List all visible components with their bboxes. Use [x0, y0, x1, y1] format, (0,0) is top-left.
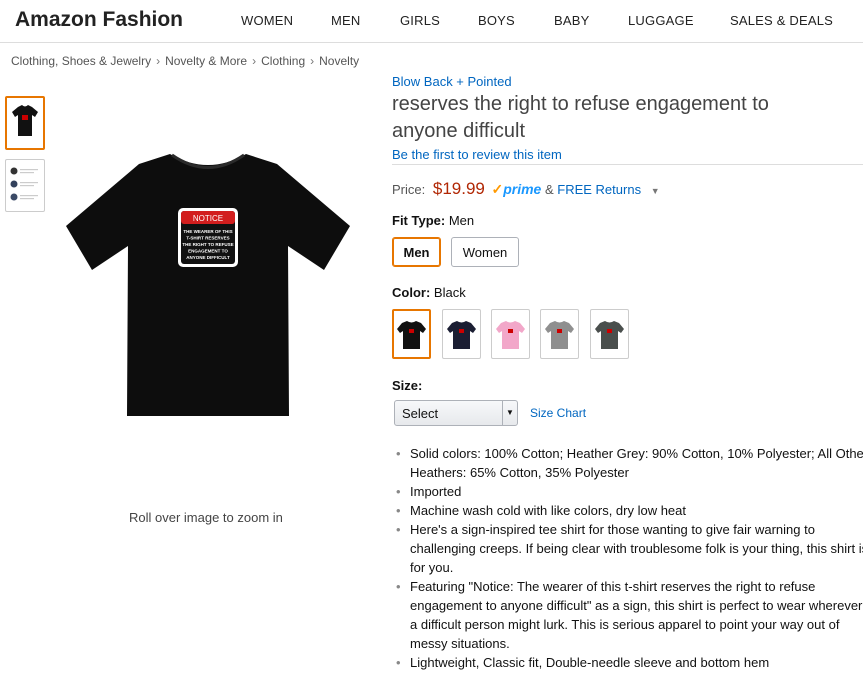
- brand-logo[interactable]: Amazon Fashion: [15, 8, 183, 32]
- size-select[interactable]: Select ▼: [394, 400, 518, 426]
- nav-men[interactable]: MEN: [331, 13, 361, 28]
- breadcrumb-item[interactable]: Novelty: [319, 54, 359, 68]
- size-chart-link[interactable]: Size Chart: [530, 406, 586, 420]
- color-label: Color: Black: [392, 285, 466, 300]
- list-item: Solid colors: 100% Cotton; Heather Grey:…: [396, 444, 863, 482]
- color-swatch-pink[interactable]: [491, 309, 530, 359]
- breadcrumb-separator-icon: ›: [156, 54, 161, 68]
- fit-type-label: Fit Type: Men: [392, 213, 474, 228]
- sign-header-text: NOTICE: [193, 214, 223, 223]
- color-heading: Color:: [392, 285, 431, 300]
- color-swatch-heather-grey[interactable]: [540, 309, 579, 359]
- price-value: $19.99: [432, 179, 485, 198]
- prime-badge: ✓prime: [491, 181, 541, 197]
- nav-women[interactable]: WOMEN: [241, 13, 293, 28]
- list-item: Imported: [396, 482, 863, 501]
- product-title: reserves the right to refuse engagement …: [392, 93, 769, 142]
- free-returns-link[interactable]: FREE Returns: [557, 182, 641, 197]
- prime-check-icon: ✓: [491, 181, 504, 197]
- tshirt-swatch-icon: [447, 321, 476, 349]
- sign-text-line: T-SHIRT RESERVES: [186, 236, 229, 241]
- size-select-value: Select: [402, 406, 439, 421]
- tshirt-thumbnail-icon: [12, 105, 38, 136]
- dropdown-caret-icon[interactable]: ▼: [651, 186, 660, 196]
- brand-byline-link[interactable]: Blow Back + Pointed: [392, 74, 512, 89]
- breadcrumb-item[interactable]: Clothing: [261, 54, 305, 68]
- fit-type-heading: Fit Type:: [392, 213, 446, 228]
- list-item: Here's a sign-inspired tee shirt for tho…: [396, 520, 863, 577]
- divider: [392, 164, 863, 165]
- feature-bullets: Solid colors: 100% Cotton; Heather Grey:…: [392, 444, 863, 672]
- fit-option-women[interactable]: Women: [451, 237, 519, 267]
- color-swatch-dark-heather[interactable]: [590, 309, 629, 359]
- color-swatch-black[interactable]: [392, 309, 431, 359]
- sign-text-line: ENGAGEMENT TO: [188, 249, 228, 254]
- nav-luggage[interactable]: LUGGAGE: [628, 13, 694, 28]
- main-product-image[interactable]: NOTICE THE WEARER OF THIS T-SHIRT RESERV…: [62, 140, 354, 425]
- chevron-down-icon: ▼: [502, 401, 517, 425]
- color-variants-thumbnail-icon: [10, 167, 38, 201]
- prime-label: prime: [503, 181, 542, 197]
- review-link[interactable]: Be the first to review this item: [392, 147, 562, 162]
- nav-baby[interactable]: BABY: [554, 13, 589, 28]
- fit-type-value: Men: [448, 213, 475, 228]
- nav-girls[interactable]: GIRLS: [400, 13, 440, 28]
- list-item: Machine wash cold with like colors, dry …: [396, 501, 863, 520]
- tshirt-swatch-icon: [496, 321, 525, 349]
- tshirt-swatch-icon: [545, 321, 574, 349]
- thumbnail-front[interactable]: [5, 96, 45, 150]
- tshirt-swatch-icon: [595, 321, 624, 349]
- sign-text-line: THE RIGHT TO REFUSE: [182, 242, 233, 247]
- breadcrumb-item[interactable]: Clothing, Shoes & Jewelry: [11, 54, 151, 68]
- fit-option-men[interactable]: Men: [392, 237, 441, 267]
- zoom-hint: Roll over image to zoom in: [129, 510, 283, 525]
- color-value: Black: [433, 285, 466, 300]
- tshirt-swatch-icon: [397, 321, 426, 349]
- price-row: Price: $19.99 ✓prime & FREE Returns ▼: [392, 179, 660, 199]
- size-label: Size:: [392, 378, 422, 393]
- thumbnail-colors[interactable]: [5, 159, 45, 212]
- breadcrumb-separator-icon: ›: [252, 54, 257, 68]
- tshirt-image: NOTICE THE WEARER OF THIS T-SHIRT RESERV…: [66, 153, 350, 416]
- price-label: Price:: [392, 182, 426, 197]
- nav-sales-deals[interactable]: SALES & DEALS: [730, 13, 833, 28]
- ampersand: &: [544, 182, 554, 197]
- list-item: Lightweight, Classic fit, Double-needle …: [396, 653, 863, 672]
- nav-boys[interactable]: BOYS: [478, 13, 515, 28]
- sign-text-line: ANYONE DIFFICULT: [186, 255, 230, 260]
- color-swatch-navy[interactable]: [442, 309, 481, 359]
- breadcrumb: Clothing, Shoes & Jewelry › Novelty & More…: [11, 54, 359, 68]
- size-heading: Size:: [392, 378, 423, 393]
- sign-text-line: THE WEARER OF THIS: [183, 229, 232, 234]
- top-nav-bar: Amazon Fashion WOMEN MEN GIRLS BOYS BABY…: [0, 0, 863, 43]
- list-item: Featuring "Notice: The wearer of this t-…: [396, 577, 863, 653]
- breadcrumb-separator-icon: ›: [310, 54, 315, 68]
- breadcrumb-item[interactable]: Novelty & More: [165, 54, 247, 68]
